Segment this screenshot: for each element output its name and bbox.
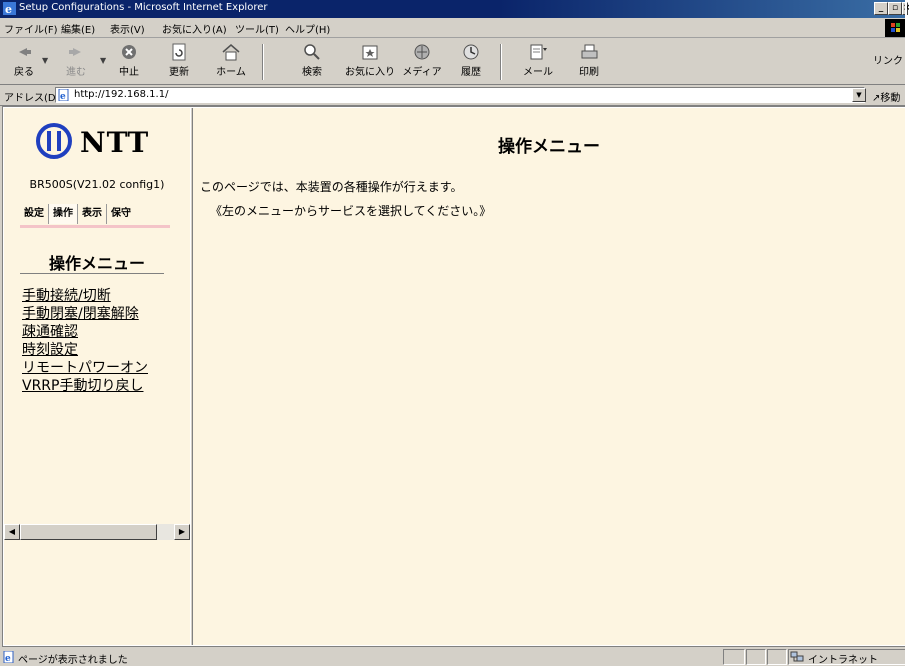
back-dropdown-icon[interactable]: ▼ bbox=[42, 56, 48, 65]
stop-button[interactable]: 中止 bbox=[107, 42, 151, 82]
back-button[interactable]: 戻る bbox=[2, 42, 46, 82]
browser-window: e Setup Configurations - Microsoft Inter… bbox=[0, 0, 909, 666]
status-text: ページが表示されました bbox=[18, 655, 128, 666]
tab-settings[interactable]: 設定 bbox=[20, 204, 49, 224]
favorites-button[interactable]: お気に入り bbox=[342, 42, 398, 82]
tab-maintenance[interactable]: 保守 bbox=[107, 204, 135, 224]
tab-operation[interactable]: 操作 bbox=[49, 204, 78, 224]
menu-view[interactable]: 表示(V) bbox=[110, 21, 145, 36]
window-title: Setup Configurations - Microsoft Interne… bbox=[19, 2, 268, 13]
search-button[interactable]: 検索 bbox=[290, 42, 334, 82]
media-button[interactable]: メディア bbox=[400, 42, 444, 82]
address-bar: アドレス(D) e http://192.168.1.1/ ▼ ↗移動 bbox=[0, 85, 907, 106]
status-panel bbox=[746, 649, 766, 665]
page-title: 操作メニュー bbox=[498, 137, 600, 157]
menu-file[interactable]: ファイル(F) bbox=[4, 21, 58, 36]
scroll-left-icon[interactable]: ◀ bbox=[4, 524, 20, 540]
status-bar: e ページが表示されました イントラネット bbox=[0, 648, 907, 666]
window-edge bbox=[905, 0, 907, 666]
home-button[interactable]: ホーム bbox=[209, 42, 253, 82]
address-input[interactable]: e http://192.168.1.1/ bbox=[55, 87, 865, 103]
svg-text:e: e bbox=[5, 3, 12, 15]
maximize-button[interactable]: ▫ bbox=[888, 2, 902, 15]
ntt-logo-text: NTT bbox=[80, 126, 150, 159]
home-icon bbox=[222, 44, 240, 61]
favorites-icon bbox=[362, 45, 378, 60]
scroll-thumb[interactable] bbox=[20, 524, 157, 540]
forward-dropdown-icon[interactable]: ▼ bbox=[100, 56, 106, 65]
print-icon bbox=[581, 44, 598, 59]
mail-icon bbox=[530, 44, 547, 60]
operation-menu: 手動接続/切断 手動閉塞/閉塞解除 疎通確認 時刻設定 リモートパワーオン VR… bbox=[22, 287, 148, 395]
menu-tools[interactable]: ツール(T) bbox=[235, 21, 279, 36]
menu-favorites[interactable]: お気に入り(A) bbox=[162, 21, 227, 36]
link-vrrp-failback[interactable]: VRRP手動切り戻し bbox=[22, 377, 148, 395]
sidebar-divider bbox=[20, 273, 164, 274]
refresh-icon bbox=[172, 43, 186, 61]
minimize-button[interactable]: _ bbox=[874, 2, 888, 15]
intranet-zone-icon bbox=[790, 651, 804, 662]
go-button[interactable]: ↗移動 bbox=[872, 89, 900, 104]
toolbar-separator bbox=[262, 44, 264, 80]
tabs-underline bbox=[20, 225, 170, 228]
address-url: http://192.168.1.1/ bbox=[74, 89, 169, 100]
page-done-icon: e bbox=[3, 651, 14, 663]
stop-icon bbox=[122, 45, 136, 59]
links-label[interactable]: リンク bbox=[873, 52, 903, 67]
ntt-logo-icon bbox=[36, 123, 72, 159]
link-manual-block[interactable]: 手動閉塞/閉塞解除 bbox=[22, 305, 148, 323]
history-button[interactable]: 履歴 bbox=[449, 42, 493, 82]
address-label: アドレス(D) bbox=[4, 93, 60, 104]
svg-text:e: e bbox=[60, 92, 66, 101]
history-icon bbox=[463, 44, 479, 60]
status-panel bbox=[767, 649, 787, 665]
mail-button[interactable]: メール bbox=[516, 42, 560, 82]
link-time-setting[interactable]: 時刻設定 bbox=[22, 341, 148, 359]
device-model: BR500S(V21.02 config1) bbox=[29, 178, 165, 191]
svg-text:e: e bbox=[5, 654, 11, 663]
security-zone: イントラネット bbox=[808, 655, 878, 666]
right-frame: 操作メニュー このページでは、本装置の各種操作が行えます。 《左のメニューからサ… bbox=[193, 108, 905, 645]
page-instruction: 《左のメニューからサービスを選択してください。》 bbox=[210, 204, 492, 218]
address-dropdown-icon[interactable]: ▼ bbox=[852, 88, 866, 102]
toolbar: 戻る ▼ 進む ▼ 中止 更新 ホーム 検索 お気に入り メディア 履歴 メール… bbox=[0, 38, 907, 85]
left-frame: NTT BR500S(V21.02 config1) 設定 操作 表示 保守 操… bbox=[4, 108, 190, 645]
throbber bbox=[885, 19, 907, 37]
menu-edit[interactable]: 編集(E) bbox=[61, 21, 95, 36]
ie-icon: e bbox=[3, 2, 16, 15]
link-remote-power-on[interactable]: リモートパワーオン bbox=[22, 359, 148, 377]
title-bar: e Setup Configurations - Microsoft Inter… bbox=[0, 0, 909, 18]
back-arrow-icon bbox=[19, 48, 31, 56]
refresh-button[interactable]: 更新 bbox=[157, 42, 201, 82]
forward-button[interactable]: 進む bbox=[52, 42, 100, 82]
status-panel bbox=[723, 649, 745, 665]
tab-display[interactable]: 表示 bbox=[78, 204, 107, 224]
category-tabs: 設定 操作 表示 保守 bbox=[20, 204, 135, 226]
menu-bar: ファイル(F) 編集(E) 表示(V) お気に入り(A) ツール(T) ヘルプ(… bbox=[0, 18, 907, 38]
print-button[interactable]: 印刷 bbox=[567, 42, 611, 82]
link-connectivity-check[interactable]: 疎通確認 bbox=[22, 323, 148, 341]
link-manual-connect[interactable]: 手動接続/切断 bbox=[22, 287, 148, 305]
page-description: このページでは、本装置の各種操作が行えます。 bbox=[200, 180, 463, 194]
scroll-right-icon[interactable]: ▶ bbox=[174, 524, 190, 540]
toolbar-separator bbox=[500, 44, 502, 80]
windows-logo-icon bbox=[891, 23, 900, 32]
menu-help[interactable]: ヘルプ(H) bbox=[285, 21, 330, 36]
search-icon bbox=[304, 44, 320, 60]
media-icon bbox=[414, 44, 430, 60]
sidebar-heading: 操作メニュー bbox=[48, 254, 145, 273]
left-frame-scrollbar[interactable]: ◀ ▶ bbox=[4, 524, 190, 540]
page-icon: e bbox=[58, 89, 69, 101]
forward-arrow-icon bbox=[69, 48, 81, 56]
